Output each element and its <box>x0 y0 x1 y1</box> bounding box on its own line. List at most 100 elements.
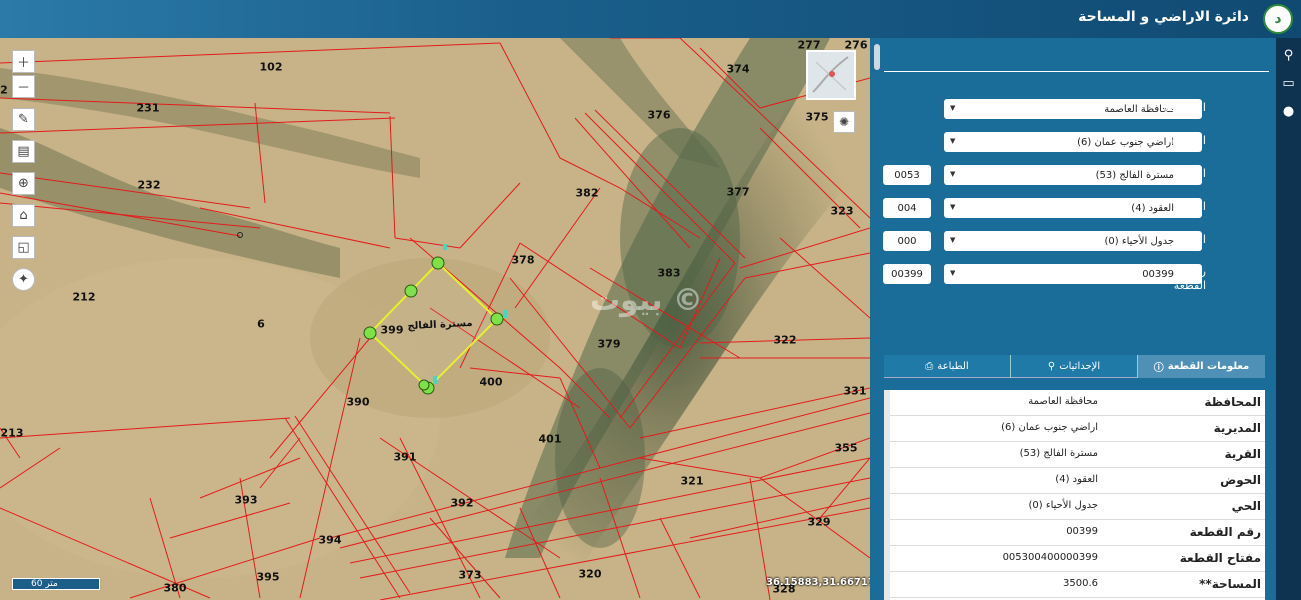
parcel-label[interactable]: 323 <box>831 205 854 218</box>
parcel-label[interactable]: 376 <box>648 109 671 122</box>
parcel-label[interactable]: 6 <box>257 318 265 331</box>
parcel-label[interactable]: 394 <box>319 534 342 547</box>
parcel-label[interactable]: 321 <box>681 475 704 488</box>
parcel-label[interactable]: 102 <box>260 61 283 74</box>
sun-icon: ✺ <box>838 115 850 129</box>
form-row-village: 0053 ▼ مسترة الفالج (53) القرية <box>870 165 1276 187</box>
neighborhood-select[interactable]: ▼ جدول الأحياء (0) <box>944 231 1202 251</box>
neighborhood-label: الحي <box>1183 233 1206 246</box>
village-code-input[interactable]: 0053 <box>883 165 931 185</box>
directorate-select[interactable]: ▼ اراضي جنوب عمان (6) <box>944 132 1202 152</box>
parcel-label[interactable]: 393 <box>235 494 258 507</box>
zoom-in-button[interactable]: ＋ <box>12 50 35 73</box>
parcel-label[interactable]: 377 <box>727 186 750 199</box>
parcel-number-label: رقم القطعة <box>1173 265 1206 292</box>
village-select[interactable]: ▼ مسترة الفالج (53) <box>944 165 1202 185</box>
info-row-village: القرية مسترة الفالج (53) <box>890 442 1265 468</box>
basin-value: العقود (4) <box>1131 202 1174 214</box>
form-row-governorate: ▼ محافظة العاصمة المحافظة <box>870 99 1276 121</box>
search-panel: ▼ محافظة العاصمة المحافظة ▼ اراضي جنوب عما… <box>870 38 1276 600</box>
parcel-label[interactable]: 391 <box>394 451 417 464</box>
parcel-label[interactable]: 375 <box>806 111 829 124</box>
crosshair-icon: ⊕ <box>18 176 29 191</box>
parcel-label[interactable]: 380 <box>164 582 187 595</box>
parcel-label[interactable]: 231 <box>137 102 160 115</box>
app-title: دائرة الاراضي و المساحة <box>1078 9 1249 25</box>
parcel-label[interactable]: 373 <box>459 569 482 582</box>
location-pin-icon[interactable]: ● <box>1276 97 1301 125</box>
parcel-label[interactable]: 374 <box>727 63 750 76</box>
governorate-label: المحافظة <box>1162 101 1206 114</box>
basin-code-input[interactable]: 004 <box>883 198 931 218</box>
logo-mark: د <box>1274 11 1282 27</box>
parcel-label[interactable]: 379 <box>598 338 621 351</box>
basin-select[interactable]: ▼ العقود (4) <box>944 198 1202 218</box>
right-icon-rail: ⚲ ▭ ● <box>1276 38 1301 600</box>
parcel-label[interactable]: 392 <box>451 497 474 510</box>
tab-print-label: الطباعة <box>937 361 969 372</box>
parcel-label[interactable]: 355 <box>835 442 858 455</box>
parcel-info-table: المحافظة محافظة العاصمة المديرية اراضي جنو… <box>890 390 1265 600</box>
parcel-label[interactable]: 2 <box>0 84 8 97</box>
home-button[interactable]: ⌂ <box>12 204 35 227</box>
parcel-label[interactable]: 382 <box>576 187 599 200</box>
parcel-label[interactable]: 395 <box>257 571 280 584</box>
tab-coordinates-label: الإحداثيات <box>1059 361 1101 372</box>
map-view[interactable]: بيوت © 277 276 102 374 231 376 375 232 3… <box>0 38 870 600</box>
parcel-label[interactable]: 331 <box>844 385 867 398</box>
card-icon[interactable]: ▭ <box>1276 69 1301 97</box>
info-value: العقود (4) <box>1055 474 1098 485</box>
info-row-parcel-key: مفتاح القطعة 005300400000399 <box>890 546 1265 572</box>
tab-parcel-info[interactable]: ⓘ معلومات القطعة <box>1138 355 1265 378</box>
info-value: محافظة العاصمة <box>1028 396 1098 407</box>
parcel-label[interactable]: 378 <box>512 254 535 267</box>
parcel-label[interactable]: 401 <box>539 433 562 446</box>
parcel-label[interactable]: 383 <box>658 267 681 280</box>
info-key: الحوض <box>1220 473 1261 487</box>
brightness-button[interactable]: ✺ <box>833 111 855 133</box>
directorate-value: اراضي جنوب عمان (6) <box>1077 136 1174 148</box>
chart-tool-button[interactable]: ◱ <box>12 236 35 259</box>
parcel-label[interactable]: 320 <box>579 568 602 581</box>
info-row-neighborhood: الحي جدول الأحياء (0) <box>890 494 1265 520</box>
home-icon: ⌂ <box>19 208 28 223</box>
village-label: القرية <box>1178 167 1206 180</box>
info-key: القرية <box>1224 447 1261 461</box>
panel-tabs: ⓘ معلومات القطعة ⚲ الإحداثيات ⎙ الطباعة <box>884 355 1265 378</box>
parcel-number-code-input[interactable]: 00399 <box>883 264 931 284</box>
info-row-directorate: المديرية اراضي جنوب عمان (6) <box>890 416 1265 442</box>
form-row-basin: 004 ▼ العقود (4) الحوض <box>870 198 1276 220</box>
zoom-out-button[interactable]: － <box>12 75 35 98</box>
search-icon[interactable]: ⚲ <box>1276 41 1301 69</box>
parcel-label[interactable]: 400 <box>480 376 503 389</box>
minimap-roads-icon <box>812 56 849 93</box>
info-icon: ⓘ <box>1153 363 1164 374</box>
info-row-parcel-number: رقم القطعة 00399 <box>890 520 1265 546</box>
panel-scrollbar[interactable] <box>874 44 880 70</box>
parcel-label[interactable]: 232 <box>138 179 161 192</box>
draw-tool-button[interactable]: ✎ <box>12 108 35 131</box>
pin-icon: ⚲ <box>1047 361 1056 372</box>
compass-icon: ✦ <box>18 272 29 287</box>
compass-button[interactable]: ✦ <box>12 268 35 291</box>
info-key: **المساحة <box>1199 577 1261 591</box>
basemap-thumbnail[interactable] <box>806 50 856 100</box>
parcel-label[interactable]: 322 <box>774 334 797 347</box>
parcel-label[interactable]: 390 <box>347 396 370 409</box>
caret-down-icon: ▼ <box>950 137 956 145</box>
info-row-governorate: المحافظة محافظة العاصمة <box>890 390 1265 416</box>
basin-label: الحوض <box>1173 200 1207 213</box>
neighborhood-value: جدول الأحياء (0) <box>1104 235 1175 247</box>
caret-down-icon: ▼ <box>950 104 956 112</box>
locate-button[interactable]: ⊕ <box>12 172 35 195</box>
tab-coordinates[interactable]: ⚲ الإحداثيات <box>1011 355 1138 378</box>
scale-bar: 60 متر <box>12 578 100 590</box>
tab-print[interactable]: ⎙ الطباعة <box>884 355 1011 378</box>
parcel-label-highlighted[interactable]: 399 <box>381 324 404 337</box>
neighborhood-code-input[interactable]: 000 <box>883 231 931 251</box>
parcel-label[interactable]: 212 <box>73 291 96 304</box>
parcel-label[interactable]: 329 <box>808 516 831 529</box>
measure-tool-button[interactable]: ▤ <box>12 140 35 163</box>
parcel-label[interactable]: 213 <box>1 427 24 440</box>
department-logo[interactable]: د <box>1263 4 1293 34</box>
